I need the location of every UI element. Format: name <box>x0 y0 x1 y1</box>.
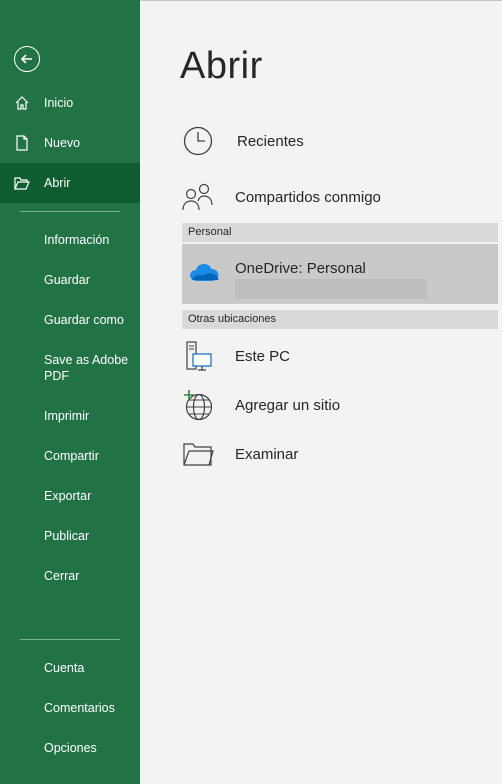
nav-cuenta[interactable]: Cuenta <box>44 660 134 676</box>
nav-inicio[interactable]: Inicio <box>0 83 140 123</box>
location-label: Examinar <box>235 445 299 463</box>
nav-imprimir[interactable]: Imprimir <box>44 408 134 424</box>
nav-publicar[interactable]: Publicar <box>44 528 134 544</box>
arrow-left-icon <box>20 54 32 64</box>
section-header-personal: Personal <box>182 223 498 242</box>
nav-opciones[interactable]: Opciones <box>44 740 134 756</box>
computer-icon <box>186 341 212 371</box>
open-pane: Abrir Recientes Compartidos conmigo Pers… <box>140 0 502 784</box>
nav-guardar[interactable]: Guardar <box>44 272 134 288</box>
location-label: Recientes <box>237 132 304 150</box>
home-icon <box>15 96 29 110</box>
open-folder-icon <box>14 177 30 190</box>
new-file-icon <box>16 135 28 151</box>
sidebar-divider <box>20 639 120 640</box>
location-recientes[interactable]: Recientes <box>182 123 498 159</box>
nav-compartir[interactable]: Compartir <box>44 448 134 464</box>
nav-exportar[interactable]: Exportar <box>44 488 134 504</box>
location-este-pc[interactable]: Este PC <box>182 338 498 374</box>
nav-nuevo[interactable]: Nuevo <box>0 123 140 163</box>
nav-cerrar[interactable]: Cerrar <box>44 568 134 584</box>
nav-informacion[interactable]: Información <box>44 232 134 248</box>
location-label: Este PC <box>235 347 291 365</box>
location-agregar-sitio[interactable]: Agregar un sitio <box>182 387 498 423</box>
nav-label: Abrir <box>44 176 71 190</box>
clock-icon <box>183 126 213 156</box>
nav-save-as-adobe-pdf[interactable]: Save as Adobe PDF <box>44 352 134 384</box>
people-icon <box>182 183 213 211</box>
back-button[interactable] <box>14 46 40 72</box>
nav-abrir[interactable]: Abrir <box>0 163 140 203</box>
section-header-otras: Otras ubicaciones <box>182 310 498 329</box>
backstage-sidebar: Inicio Nuevo Abrir Información Guardar G… <box>0 0 140 784</box>
nav-label: Nuevo <box>44 136 81 150</box>
folder-icon <box>183 443 214 466</box>
account-email-redacted <box>235 279 427 299</box>
globe-add-icon <box>184 390 213 421</box>
nav-guardar-como[interactable]: Guardar como <box>44 312 134 328</box>
location-examinar[interactable]: Examinar <box>182 436 498 472</box>
location-onedrive[interactable]: OneDrive: Personal <box>182 244 498 304</box>
location-label: Agregar un sitio <box>235 396 341 414</box>
onedrive-cloud-icon <box>190 264 219 281</box>
location-label: OneDrive: Personal <box>235 260 366 277</box>
location-compartidos[interactable]: Compartidos conmigo <box>182 179 498 215</box>
nav-label: Inicio <box>44 96 74 110</box>
location-label: Compartidos conmigo <box>235 188 381 206</box>
sidebar-divider <box>20 211 120 212</box>
page-title: Abrir <box>180 45 263 87</box>
nav-comentarios[interactable]: Comentarios <box>44 700 134 716</box>
